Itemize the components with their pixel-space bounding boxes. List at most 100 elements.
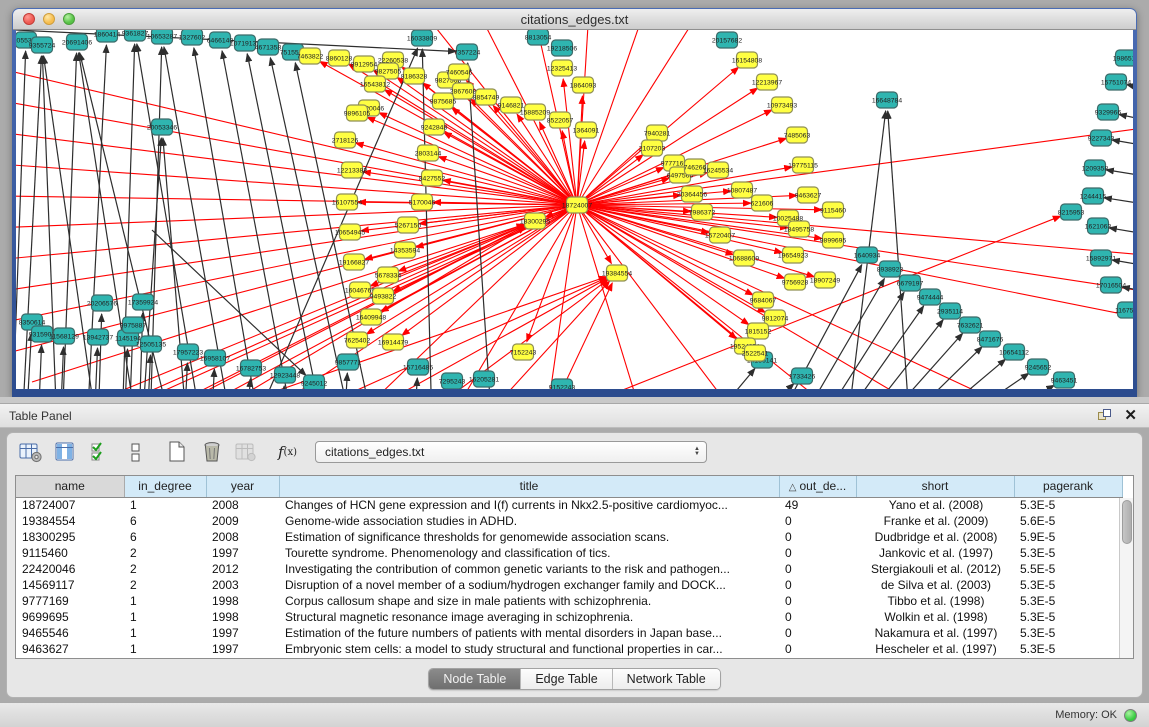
- graph-node[interactable]: 9355724: [29, 37, 56, 53]
- table-row[interactable]: 1830029562008Estimation of significance …: [16, 529, 1122, 545]
- table-scrollbar[interactable]: [1119, 498, 1133, 658]
- scrollbar-thumb[interactable]: [1122, 500, 1132, 544]
- graph-node[interactable]: 1167535: [1115, 302, 1133, 318]
- graph-node[interactable]: 16782753: [236, 360, 266, 376]
- graph-node[interactable]: 20364456: [677, 186, 707, 202]
- cell-short[interactable]: Wolkin et al. (1998): [856, 609, 1014, 625]
- graph-node[interactable]: 16107554: [332, 194, 362, 210]
- cell-name[interactable]: 9115460: [16, 545, 124, 561]
- graph-node[interactable]: 20157682: [712, 32, 742, 48]
- graph-node[interactable]: 8912954: [351, 56, 378, 72]
- graph-node[interactable]: 8860128: [326, 50, 353, 66]
- import-table-icon[interactable]: [233, 440, 260, 464]
- graph-node[interactable]: 10654112: [999, 344, 1029, 360]
- table-row[interactable]: 946554611997Estimation of the future num…: [16, 625, 1122, 641]
- graph-node[interactable]: 7632621: [957, 317, 984, 333]
- column-header-out_degree[interactable]: △out_de...: [779, 476, 856, 497]
- graph-node[interactable]: 8938923: [877, 261, 904, 277]
- graph-node[interactable]: 14353594: [390, 242, 420, 258]
- network-canvas[interactable]: 2055382935572420691406186041493618271065…: [16, 30, 1133, 389]
- graph-node[interactable]: 20206576: [87, 295, 117, 311]
- graph-node[interactable]: 9245012: [301, 375, 328, 389]
- cell-title[interactable]: Structural magnetic resonance image aver…: [279, 609, 779, 625]
- cell-title[interactable]: Corpus callosum shape and size in male p…: [279, 593, 779, 609]
- graph-node[interactable]: 1209358: [1082, 160, 1109, 176]
- table-row[interactable]: 1938455462009Genome-wide association stu…: [16, 513, 1122, 529]
- tab-network-table[interactable]: Network Table: [613, 669, 720, 689]
- graph-node[interactable]: 5678334: [375, 267, 402, 283]
- show-column-icon[interactable]: [52, 440, 79, 464]
- cell-pagerank[interactable]: 5.9E-5: [1014, 529, 1122, 545]
- table-row[interactable]: 946362711997Embryonic stem cells: a mode…: [16, 641, 1122, 657]
- graph-node[interactable]: 16409948: [356, 309, 386, 325]
- graph-node[interactable]: 7463822: [297, 48, 324, 64]
- graph-node[interactable]: 18300295: [520, 213, 550, 229]
- cell-out_degree[interactable]: 0: [779, 529, 856, 545]
- cell-name[interactable]: 18300295: [16, 529, 124, 545]
- graph-node[interactable]: 15892971: [1086, 250, 1116, 266]
- graph-node[interactable]: 621606: [751, 195, 774, 211]
- graph-node[interactable]: 10654945: [335, 224, 365, 240]
- close-panel-icon[interactable]: ✕: [1124, 409, 1137, 423]
- column-header-in_degree[interactable]: in_degree: [124, 476, 206, 497]
- cell-name[interactable]: 14569117: [16, 577, 124, 593]
- cell-in_degree[interactable]: 1: [124, 593, 206, 609]
- graph-node[interactable]: 8854749: [473, 89, 500, 105]
- cell-out_degree[interactable]: 0: [779, 561, 856, 577]
- graph-node[interactable]: 2522541: [742, 345, 769, 361]
- table-row[interactable]: 911546021997Tourette syndrome. Phenomeno…: [16, 545, 1122, 561]
- column-header-short[interactable]: short: [856, 476, 1014, 497]
- graph-node[interactable]: 12213383: [337, 162, 367, 178]
- cell-title[interactable]: Estimation of significance thresholds fo…: [279, 529, 779, 545]
- cell-title[interactable]: Changes of HCN gene expression and I(f) …: [279, 497, 779, 513]
- graph-node[interactable]: 5267150: [395, 217, 422, 233]
- column-header-pagerank[interactable]: pagerank: [1014, 476, 1122, 497]
- column-header-title[interactable]: title: [279, 476, 779, 497]
- cell-short[interactable]: Hescheler et al. (1997): [856, 641, 1014, 657]
- graph-node[interactable]: 9684067: [750, 292, 777, 308]
- cell-short[interactable]: Yano et al. (2008): [856, 497, 1014, 513]
- cell-short[interactable]: Tibbo et al. (1998): [856, 593, 1014, 609]
- cell-in_degree[interactable]: 1: [124, 497, 206, 513]
- cell-year[interactable]: 2008: [206, 497, 279, 513]
- cell-pagerank[interactable]: 5.3E-5: [1014, 593, 1122, 609]
- cell-in_degree[interactable]: 2: [124, 545, 206, 561]
- graph-node[interactable]: 11568129: [49, 328, 79, 344]
- graph-node[interactable]: 16154808: [732, 52, 762, 68]
- graph-node[interactable]: 8813054: [525, 30, 552, 45]
- graph-node[interactable]: 2107203: [639, 140, 666, 156]
- cell-year[interactable]: 1998: [206, 593, 279, 609]
- row-height-icon[interactable]: [122, 440, 149, 464]
- graph-node[interactable]: 2803144: [415, 145, 442, 161]
- cell-short[interactable]: Franke et al. (2009): [856, 513, 1014, 529]
- graph-node[interactable]: 16245534: [703, 162, 733, 178]
- graph-node[interactable]: 17016504: [1096, 277, 1126, 293]
- table-row[interactable]: 969969511998Structural magnetic resonanc…: [16, 609, 1122, 625]
- select-columns-icon[interactable]: [87, 440, 114, 464]
- graph-node[interactable]: 8215953: [1058, 204, 1085, 220]
- graph-node[interactable]: 19654923: [778, 247, 808, 263]
- graph-node[interactable]: 8471676: [977, 331, 1004, 347]
- graph-node[interactable]: 17957223: [173, 344, 203, 360]
- graph-node[interactable]: 9857771: [335, 354, 362, 370]
- tab-edge-table[interactable]: Edge Table: [521, 669, 612, 689]
- graph-node[interactable]: 9975887: [120, 317, 147, 333]
- graph-node[interactable]: 16205281: [469, 371, 499, 387]
- cell-year[interactable]: 1998: [206, 609, 279, 625]
- cell-pagerank[interactable]: 5.3E-5: [1014, 545, 1122, 561]
- cell-year[interactable]: 2009: [206, 513, 279, 529]
- graph-node[interactable]: 9115460: [820, 202, 846, 218]
- graph-node[interactable]: 6679197: [897, 275, 924, 291]
- graph-node[interactable]: 12213967: [752, 74, 782, 90]
- new-table-icon[interactable]: [163, 440, 190, 464]
- graph-node[interactable]: 15751074: [1101, 74, 1131, 90]
- cell-name[interactable]: 9699695: [16, 609, 124, 625]
- panel-splitter[interactable]: ▴: [0, 397, 1149, 404]
- graph-node[interactable]: 10688609: [729, 250, 759, 266]
- cell-out_degree[interactable]: 0: [779, 577, 856, 593]
- cell-title[interactable]: Tourette syndrome. Phenomenology and cla…: [279, 545, 779, 561]
- graph-node[interactable]: 7625402: [344, 332, 371, 348]
- table-row[interactable]: 977716911998Corpus callosum shape and si…: [16, 593, 1122, 609]
- table-settings-icon[interactable]: [17, 440, 44, 464]
- graph-node[interactable]: 17359924: [128, 294, 158, 310]
